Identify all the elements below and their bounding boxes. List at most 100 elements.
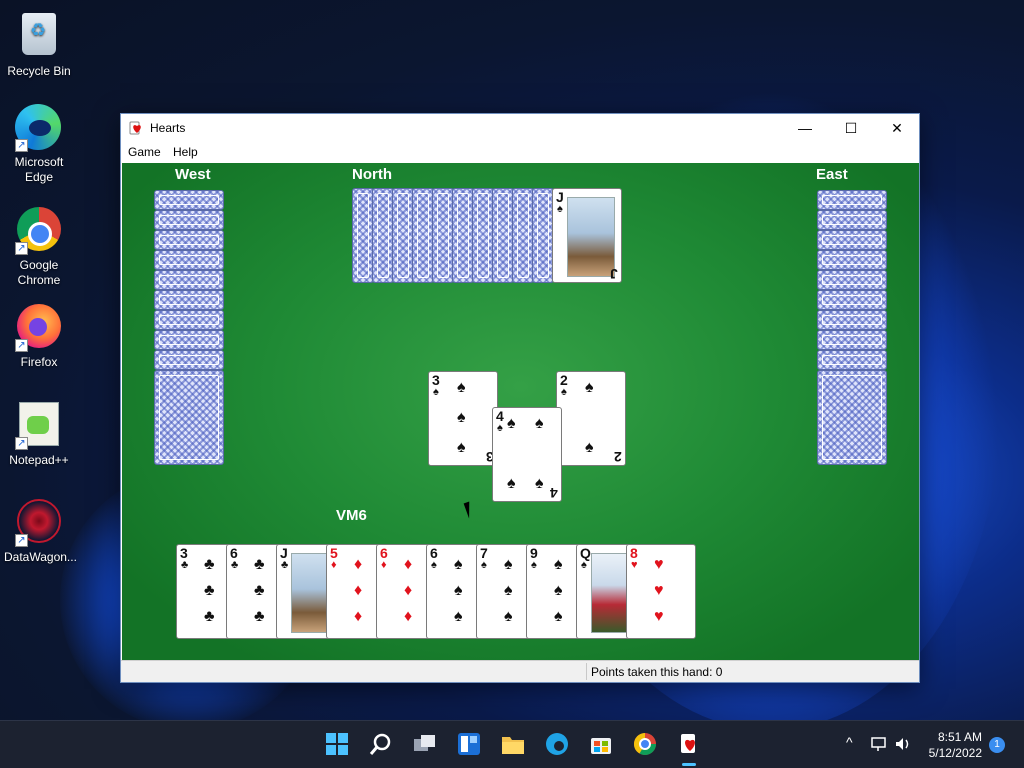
card-rank: 2 — [614, 449, 622, 465]
firefox-icon: ↗ — [15, 304, 63, 352]
desktop-icon-label: Notepad++ — [9, 453, 69, 467]
task-view-icon[interactable] — [412, 731, 438, 757]
west-card-back — [154, 270, 224, 290]
desktop-icon-label: Recycle Bin — [7, 64, 71, 78]
card-rank: Q — [580, 545, 591, 561]
desktop-icon-notepad-plus-plus[interactable]: ↗ Notepad++ — [4, 400, 74, 468]
hearts-taskbar-icon[interactable] — [676, 731, 702, 757]
spade-icon: ♠ — [554, 608, 563, 625]
card-rank: 5 — [330, 545, 338, 561]
network-icon[interactable] — [870, 735, 888, 753]
east-card-back — [817, 310, 887, 330]
diamond-icon: ♦ — [404, 608, 413, 625]
north-card-back — [492, 188, 514, 283]
hearts-window: Hearts — ☐ ✕ Game Help West North East V… — [120, 113, 920, 683]
west-card-back — [154, 190, 224, 210]
close-icon: ✕ — [891, 119, 903, 136]
club-icon: ♣ — [254, 582, 265, 599]
notepad-plus-plus-icon: ↗ — [15, 402, 63, 450]
east-card-back — [817, 230, 887, 250]
status-bar: Points taken this hand: 0 — [121, 660, 919, 682]
notification-badge[interactable]: 1 — [989, 737, 1005, 753]
spade-icon: ♠ — [585, 379, 594, 396]
club-icon: ♣ — [254, 608, 265, 625]
desktop-icon-chrome[interactable]: ↗ Google Chrome — [4, 205, 74, 288]
card-rank: J — [280, 545, 288, 561]
east-card-back — [817, 330, 887, 350]
spade-icon: ♠ — [507, 475, 516, 492]
north-played-card: J ♠ J — [552, 188, 622, 283]
player-north-name: North — [352, 166, 392, 183]
spade-icon: ♠ — [433, 386, 439, 398]
clock-date: 5/12/2022 — [928, 746, 982, 760]
player-east-name: East — [816, 166, 848, 183]
start-button[interactable] — [324, 731, 350, 757]
taskbar: ^ 8:51 AM 5/12/2022 1 — [0, 720, 1024, 768]
card-rank: J — [610, 266, 618, 282]
club-icon: ♣ — [204, 556, 215, 573]
heart-icon: ♥ — [654, 608, 664, 625]
diamond-icon: ♦ — [354, 582, 363, 599]
title-bar[interactable]: Hearts — ☐ ✕ — [121, 114, 919, 142]
search-icon[interactable] — [368, 731, 394, 757]
west-card-back — [154, 330, 224, 350]
volume-icon[interactable] — [894, 735, 912, 753]
desktop-icon-firefox[interactable]: ↗ Firefox — [4, 302, 74, 370]
trick-card-east: 2 ♠ ♠ ♠ 2 — [556, 371, 626, 466]
recycle-bin-icon — [15, 13, 63, 61]
hearts-app-icon — [129, 121, 141, 135]
diamond-icon: ♦ — [354, 608, 363, 625]
north-card-back — [512, 188, 534, 283]
spade-icon: ♠ — [497, 422, 503, 434]
heart-icon: ♥ — [654, 582, 664, 599]
north-card-back — [392, 188, 414, 283]
desktop-icon-edge[interactable]: ↗ Microsoft Edge — [4, 104, 74, 185]
east-card-back — [817, 210, 887, 230]
file-explorer-icon[interactable] — [500, 731, 526, 757]
widgets-icon[interactable] — [456, 731, 482, 757]
trick-card-west: 3 ♠ ♠ ♠ ♠ 3 — [428, 371, 498, 466]
card-rank: 2 — [560, 372, 568, 388]
east-card-back — [817, 190, 887, 210]
window-title: Hearts — [150, 121, 186, 135]
card-rank: 9 — [530, 545, 538, 561]
card-rank: 3 — [180, 545, 188, 561]
hand-card[interactable]: 8 ♥ ♥ ♥ ♥ — [626, 544, 696, 639]
close-button[interactable]: ✕ — [874, 114, 920, 142]
trick-card-south: 4 ♠ ♠ ♠ ♠ ♠ 4 — [492, 407, 562, 502]
card-rank: 6 — [230, 545, 238, 561]
club-icon: ♣ — [204, 582, 215, 599]
maximize-button[interactable]: ☐ — [828, 114, 874, 142]
east-card-back — [817, 290, 887, 310]
north-card-back — [432, 188, 454, 283]
spade-icon: ♠ — [454, 608, 463, 625]
desktop-icon-label: DataWagon... — [4, 550, 77, 564]
spade-icon: ♠ — [454, 582, 463, 599]
store-icon[interactable] — [588, 731, 614, 757]
spade-icon: ♠ — [431, 559, 437, 571]
maximize-icon: ☐ — [844, 119, 858, 136]
menu-game[interactable]: Game — [128, 145, 161, 159]
minimize-button[interactable]: — — [782, 114, 828, 142]
clock-time: 8:51 AM — [937, 730, 982, 744]
east-card-back — [817, 350, 887, 370]
chrome-taskbar-icon[interactable] — [632, 731, 658, 757]
edge-taskbar-icon[interactable] — [544, 731, 570, 757]
spade-icon: ♠ — [504, 608, 513, 625]
club-icon: ♣ — [204, 608, 215, 625]
menu-help[interactable]: Help — [173, 145, 198, 159]
heart-icon: ♥ — [654, 556, 664, 573]
diamond-icon: ♦ — [331, 559, 337, 571]
clock[interactable]: 8:51 AM 5/12/2022 — [929, 729, 982, 761]
tray-overflow-icon[interactable]: ^ — [846, 734, 853, 750]
desktop-icon-label: Firefox — [20, 355, 58, 369]
club-icon: ♣ — [231, 559, 239, 571]
east-card-back — [817, 270, 887, 290]
edge-icon: ↗ — [15, 104, 63, 152]
desktop-icon-datawagon[interactable]: ↗ DataWagon... — [4, 497, 77, 565]
desktop-icon-recycle-bin[interactable]: Recycle Bin — [4, 10, 74, 79]
card-rank: 6 — [430, 545, 438, 561]
game-table: West North East VM6 J ♠ J 3 ♠ ♠ ♠ ♠ 3 2 … — [122, 163, 919, 660]
points-status: Points taken this hand: 0 — [591, 665, 723, 679]
spade-icon: ♠ — [531, 559, 537, 571]
